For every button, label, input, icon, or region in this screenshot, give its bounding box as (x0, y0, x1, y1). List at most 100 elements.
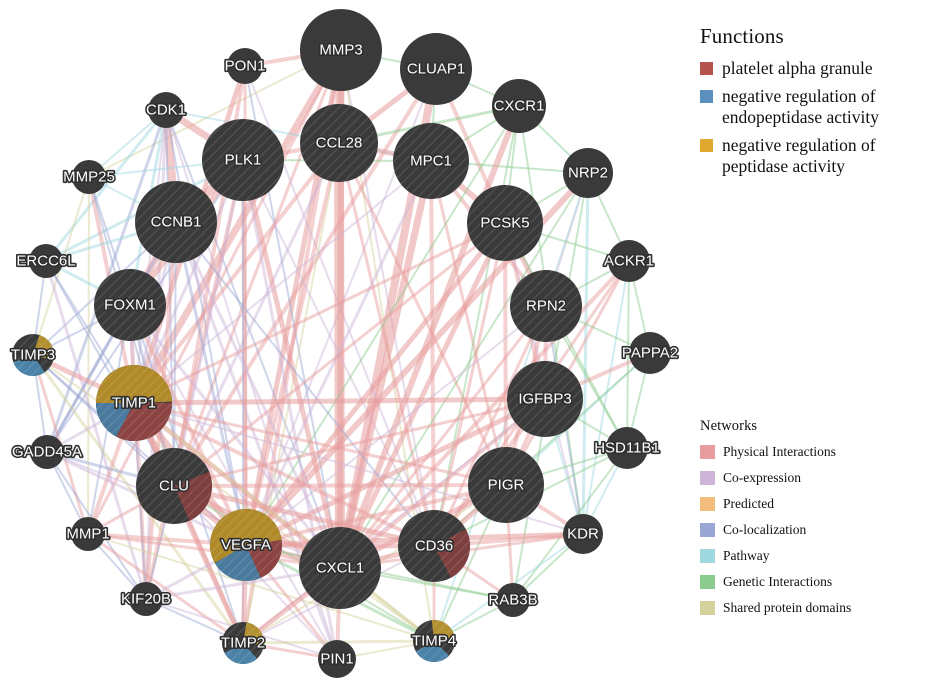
gene-node[interactable] (136, 448, 213, 524)
node-base (129, 582, 163, 616)
gene-node[interactable] (507, 361, 583, 437)
network-legend-label: Co-localization (723, 522, 807, 537)
function-legend-label: platelet alpha granule (722, 58, 873, 78)
network-color-swatch (700, 575, 715, 589)
gene-node[interactable] (300, 9, 382, 91)
node-hatch-overlay (222, 622, 264, 664)
gene-node[interactable] (400, 33, 472, 105)
node-base (227, 48, 263, 84)
node-base (608, 240, 650, 282)
gene-node[interactable] (227, 48, 263, 84)
network-legend-item[interactable]: Predicted (700, 496, 932, 511)
node-hatch-overlay (510, 270, 582, 342)
function-legend-label: negative regulation of peptidase activit… (722, 135, 876, 176)
function-color-swatch (700, 90, 713, 103)
network-visualization: MMP3 CLUAP1 PON1 CXCR1 CDK1 CCL28 PLK1 MPC1 NRP2… (0, 0, 932, 690)
gene-node[interactable] (210, 509, 282, 581)
function-color-swatch (700, 62, 713, 75)
functions-legend-items: platelet alpha granule negative regulatio… (700, 58, 932, 177)
network-legend-item[interactable]: Co-expression (700, 470, 932, 485)
node-hatch-overlay (507, 361, 583, 437)
gene-node[interactable] (467, 185, 543, 261)
node-hatch-overlay (398, 510, 470, 582)
gene-node[interactable] (492, 79, 546, 133)
node-hatch-overlay (393, 123, 469, 199)
gene-node[interactable] (29, 244, 63, 278)
network-legend-item[interactable]: Shared protein domains (700, 600, 932, 615)
node-base (29, 244, 63, 278)
network-legend-item[interactable]: Co-localization (700, 522, 932, 537)
gene-node[interactable] (563, 514, 603, 554)
function-legend-item[interactable]: platelet alpha granule (700, 58, 932, 79)
network-edge[interactable] (503, 222, 508, 486)
node-hatch-overlay (299, 527, 381, 609)
node-base (30, 435, 64, 469)
network-color-swatch (700, 601, 715, 615)
gene-node[interactable] (318, 640, 356, 678)
node-base (300, 9, 382, 91)
node-base (148, 92, 184, 128)
gene-node[interactable] (202, 119, 284, 201)
node-base (72, 160, 106, 194)
node-hatch-overlay (135, 181, 217, 263)
network-color-swatch (700, 523, 715, 537)
network-edge[interactable] (133, 396, 546, 406)
network-edge[interactable] (173, 483, 507, 488)
gene-node[interactable] (629, 332, 671, 374)
gene-node[interactable] (413, 620, 455, 662)
function-legend-label: negative regulation of endopeptidase act… (722, 86, 879, 127)
network-edge[interactable] (581, 172, 590, 535)
gene-node[interactable] (393, 123, 469, 199)
gene-node[interactable] (468, 447, 544, 523)
network-legend-label: Pathway (723, 548, 770, 563)
gene-node[interactable] (30, 435, 64, 469)
gene-node[interactable] (135, 181, 217, 263)
networks-legend: Networks Physical Interactions Co-express… (700, 418, 932, 626)
gene-node[interactable] (606, 427, 648, 469)
gene-node[interactable] (94, 269, 166, 341)
node-base (629, 332, 671, 374)
gene-node[interactable] (496, 583, 530, 617)
gene-node[interactable] (398, 510, 471, 582)
networks-legend-items: Physical Interactions Co-expression Predic… (700, 444, 932, 615)
node-hatch-overlay (300, 104, 378, 182)
gene-node[interactable] (72, 160, 106, 194)
node-base (496, 583, 530, 617)
network-edge[interactable] (626, 260, 630, 449)
gene-node[interactable] (608, 240, 650, 282)
gene-node[interactable] (129, 582, 163, 616)
function-legend-item[interactable]: negative regulation of peptidase activit… (700, 135, 932, 177)
node-base (563, 514, 603, 554)
network-legend-item[interactable]: Genetic Interactions (700, 574, 932, 589)
node-hatch-overlay (202, 119, 284, 201)
gene-node[interactable] (300, 104, 378, 182)
node-hatch-overlay (468, 447, 544, 523)
functions-legend: Functions platelet alpha granule negative… (700, 24, 932, 184)
network-color-swatch (700, 445, 715, 459)
network-legend-item[interactable]: Physical Interactions (700, 444, 932, 459)
gene-node[interactable] (563, 148, 613, 198)
network-color-swatch (700, 549, 715, 563)
gene-node[interactable] (71, 517, 105, 551)
network-legend-label: Shared protein domains (723, 600, 852, 615)
network-legend-label: Genetic Interactions (723, 574, 833, 589)
network-legend-item[interactable]: Pathway (700, 548, 932, 563)
gene-node[interactable] (222, 622, 264, 664)
node-base (318, 640, 356, 678)
node-base (400, 33, 472, 105)
function-legend-item[interactable]: negative regulation of endopeptidase act… (700, 86, 932, 128)
node-base (71, 517, 105, 551)
node-hatch-overlay (210, 509, 282, 581)
function-color-swatch (700, 139, 713, 152)
gene-network-graph[interactable]: MMP3CLUAP1PON1CXCR1CDK1CCL28PLK1 MPC1NRP2… (0, 0, 690, 690)
gene-node[interactable] (299, 527, 381, 609)
network-edge[interactable] (87, 176, 90, 535)
gene-node[interactable] (96, 364, 172, 441)
gene-node[interactable] (510, 270, 582, 342)
gene-node[interactable] (12, 334, 55, 377)
node-base (563, 148, 613, 198)
network-legend-label: Co-expression (723, 470, 801, 485)
gene-node[interactable] (148, 92, 184, 128)
node-hatch-overlay (413, 620, 455, 662)
network-color-swatch (700, 471, 715, 485)
